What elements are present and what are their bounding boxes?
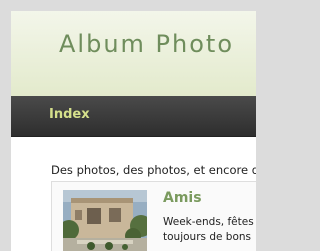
nav-link-index[interactable]: Index bbox=[49, 107, 90, 122]
album-thumbnail[interactable] bbox=[63, 190, 147, 251]
intro-text: Des photos, des photos, et encore d bbox=[51, 163, 256, 177]
album-description-line-1: Week-ends, fêtes bbox=[163, 216, 254, 228]
album-thumbnail-image bbox=[63, 190, 147, 251]
site-title: Album Photo bbox=[59, 30, 234, 58]
nav-bar: Index bbox=[11, 96, 256, 137]
album-title[interactable]: Amis bbox=[163, 190, 202, 206]
site-header: Album Photo bbox=[11, 11, 256, 96]
page: Album Photo Index Des photos, des photos… bbox=[11, 11, 256, 251]
album-card-amis[interactable]: Amis Week-ends, fêtes toujours de bons bbox=[51, 181, 256, 251]
album-description: Week-ends, fêtes toujours de bons bbox=[163, 215, 256, 245]
album-description-line-2: toujours de bons bbox=[163, 231, 251, 243]
